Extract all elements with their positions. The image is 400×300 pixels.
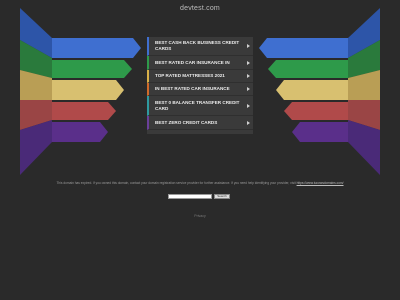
search-input[interactable] — [168, 194, 212, 199]
related-link-label: BEST CASH BACK BUSINESS CREDIT CARDS — [155, 40, 240, 51]
right-arrow-green — [268, 60, 348, 78]
privacy-link[interactable]: Privacy — [0, 214, 400, 218]
related-link[interactable]: BEST RATED CAR INSURANCE IN — [147, 56, 253, 70]
left-arrow-green — [52, 60, 132, 78]
chevron-right-icon — [247, 60, 250, 65]
related-link-label: TOP RATED MATTRESSES 2021 — [155, 73, 225, 78]
right-arrow-purple — [292, 122, 348, 142]
chevron-right-icon — [247, 74, 250, 78]
chevron-right-icon — [247, 120, 250, 125]
related-link-label: BEST ZERO CREDIT CARDS — [155, 119, 218, 125]
related-link[interactable]: BEST 0 BALANCE TRANSFER CREDIT CARD — [147, 96, 253, 116]
expired-disclaimer: This domain has expired. If you owned th… — [0, 181, 400, 185]
left-arrow-purple — [52, 122, 108, 142]
disclaimer-link[interactable]: https://www.tucowsdomains.com/ — [297, 181, 344, 185]
left-arrow-blue — [52, 38, 141, 58]
related-links: BEST CASH BACK BUSINESS CREDIT CARDS BES… — [147, 37, 253, 130]
chevron-right-icon — [247, 103, 250, 108]
related-link-label: BEST RATED CAR INSURANCE IN — [155, 59, 230, 65]
related-link[interactable]: BEST CASH BACK BUSINESS CREDIT CARDS — [147, 37, 253, 56]
right-arrow-red — [284, 102, 348, 120]
related-link-label: BEST 0 BALANCE TRANSFER CREDIT CARD — [155, 99, 240, 111]
left-arrow-red — [52, 102, 116, 120]
related-link[interactable]: IN BEST RATED CAR INSURANCE — [147, 83, 253, 96]
related-link[interactable]: BEST ZERO CREDIT CARDS — [147, 116, 253, 130]
chevron-right-icon — [247, 44, 250, 48]
related-link[interactable]: TOP RATED MATTRESSES 2021 — [147, 70, 253, 83]
search-form: Search — [168, 194, 230, 199]
right-arrow-blue — [259, 38, 348, 58]
chevron-right-icon — [247, 87, 250, 91]
search-button[interactable]: Search — [214, 194, 230, 199]
right-arrow-yellow — [276, 80, 348, 100]
left-arrow-yellow — [52, 80, 124, 100]
related-link-label: IN BEST RATED CAR INSURANCE — [155, 86, 230, 91]
disclaimer-text: This domain has expired. If you owned th… — [56, 181, 296, 185]
